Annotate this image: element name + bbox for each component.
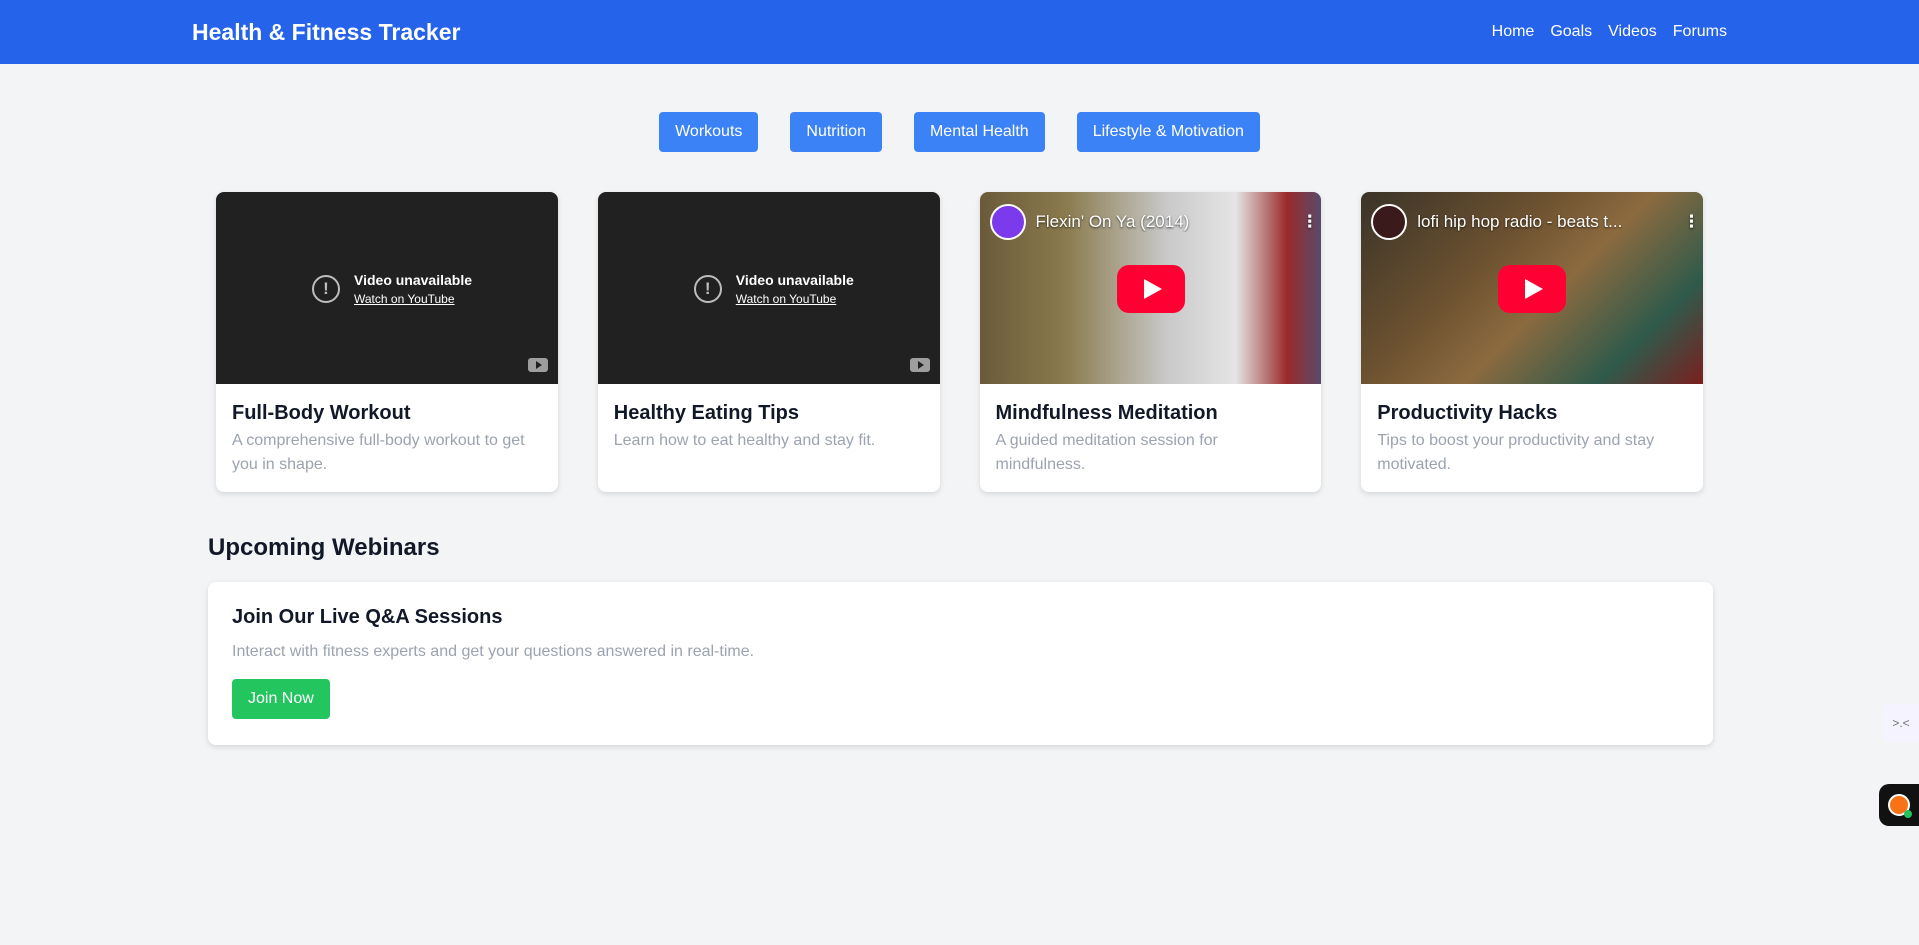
nav-forums[interactable]: Forums (1673, 23, 1727, 41)
video-card: lofi hip hop radio - beats t... ⋮ Produc… (1361, 192, 1703, 492)
category-workouts-button[interactable]: Workouts (659, 112, 759, 152)
video-player[interactable]: Flexin' On Ya (2014) ⋮ (979, 192, 1322, 384)
video-card: Flexin' On Ya (2014) ⋮ Mindfulness Medit… (979, 192, 1322, 492)
video-status-text: Video unavailable (735, 272, 854, 288)
join-now-button[interactable]: Join Now (232, 679, 330, 719)
video-card: ! Video unavailable Watch on YouTube Ful… (216, 192, 558, 492)
webinar-title: Join Our Live Q&A Sessions (232, 606, 503, 628)
more-vert-icon[interactable]: ⋮ (1301, 212, 1318, 232)
video-title: Mindfulness Meditation (995, 402, 1218, 424)
youtube-logo-icon[interactable] (527, 358, 548, 372)
app-title: Health & Fitness Tracker (192, 18, 461, 45)
video-title: Productivity Hacks (1377, 402, 1558, 424)
alert-circle-icon: ! (693, 275, 722, 303)
more-vert-icon[interactable]: ⋮ (1683, 212, 1700, 232)
video-status-text: Video unavailable (354, 272, 473, 288)
video-title: Full-Body Workout (232, 402, 411, 424)
main-nav: Home Goals Videos Forums (1492, 23, 1727, 41)
video-player[interactable]: ! Video unavailable Watch on YouTube (216, 192, 558, 384)
play-icon[interactable] (1116, 265, 1185, 313)
video-card: ! Video unavailable Watch on YouTube Hea… (597, 192, 940, 492)
video-description: A guided meditation session for mindfuln… (995, 432, 1218, 473)
video-description: Learn how to eat healthy and stay fit. (613, 432, 876, 449)
channel-avatar[interactable] (1371, 204, 1408, 240)
youtube-video-title[interactable]: Flexin' On Ya (2014) (1036, 212, 1292, 232)
extension-icon[interactable]: >.< (1883, 704, 1919, 742)
top-navbar: Health & Fitness Tracker Home Goals Vide… (0, 0, 1919, 64)
nav-videos[interactable]: Videos (1608, 23, 1657, 41)
category-nutrition-button[interactable]: Nutrition (790, 112, 882, 152)
video-player[interactable]: ! Video unavailable Watch on YouTube (597, 192, 940, 384)
video-description: A comprehensive full-body workout to get… (232, 432, 525, 473)
video-player[interactable]: lofi hip hop radio - beats t... ⋮ (1361, 192, 1703, 384)
watch-on-youtube-link[interactable]: Watch on YouTube (736, 292, 854, 306)
alert-circle-icon: ! (312, 275, 340, 303)
chat-bubble-icon[interactable] (1879, 784, 1919, 826)
video-grid: ! Video unavailable Watch on YouTube Ful… (0, 192, 1919, 492)
webinar-description: Interact with fitness experts and get yo… (232, 643, 755, 660)
category-filter: Workouts Nutrition Mental Health Lifesty… (0, 112, 1919, 152)
section-title: Upcoming Webinars (208, 534, 440, 561)
nav-home[interactable]: Home (1492, 23, 1535, 41)
webinar-card: Join Our Live Q&A Sessions Interact with… (208, 582, 1713, 745)
watch-on-youtube-link[interactable]: Watch on YouTube (354, 292, 472, 306)
play-icon[interactable] (1498, 265, 1567, 313)
video-title: Healthy Eating Tips (613, 402, 799, 424)
nav-goals[interactable]: Goals (1550, 23, 1592, 41)
video-description: Tips to boost your productivity and stay… (1377, 432, 1655, 473)
channel-avatar[interactable] (989, 204, 1026, 240)
category-mental-health-button[interactable]: Mental Health (913, 112, 1045, 152)
youtube-logo-icon[interactable] (909, 358, 930, 372)
youtube-video-title[interactable]: lofi hip hop radio - beats t... (1417, 212, 1673, 232)
category-lifestyle-button[interactable]: Lifestyle & Motivation (1076, 112, 1260, 152)
